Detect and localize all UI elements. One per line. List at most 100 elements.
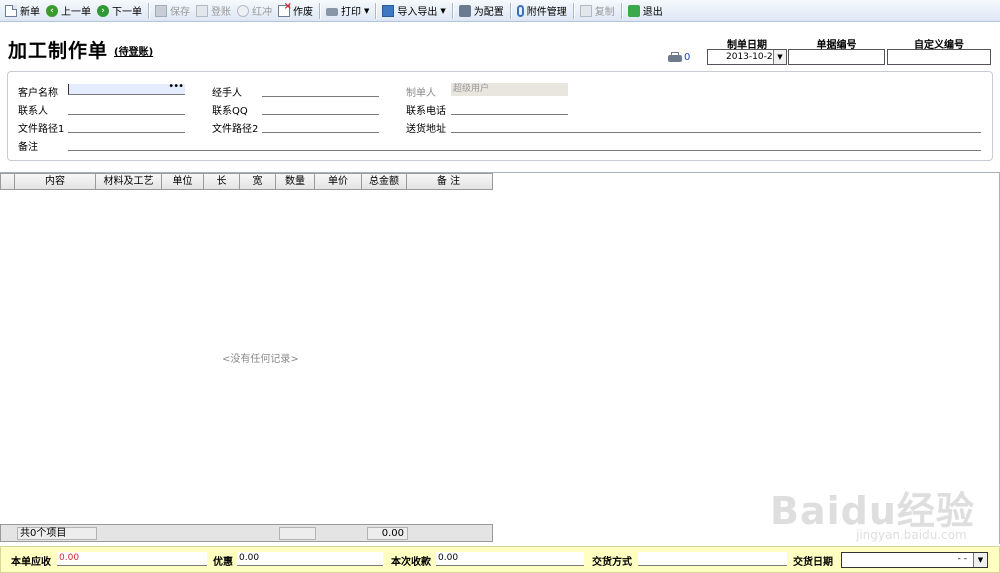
grid-footer-cell <box>279 527 316 540</box>
date-picker[interactable]: 2013-10-29 ▼ <box>707 49 787 65</box>
red-offset-button[interactable]: 红冲 <box>234 1 275 21</box>
save-button[interactable]: 保存 <box>152 1 193 21</box>
print-button[interactable]: 打印 ▼ <box>323 1 372 21</box>
post-button-label: 登账 <box>211 7 231 18</box>
copy-button-label: 复制 <box>594 7 615 18</box>
delivery-date-label: 交货日期 <box>793 557 833 568</box>
void-button[interactable]: 作废 <box>275 1 316 21</box>
toolbar-separator <box>572 2 574 19</box>
grid-footer: 共0个项目 0.00 <box>0 524 493 542</box>
delivery-date-value: - - <box>957 554 967 564</box>
print-count[interactable]: 0 <box>684 52 690 63</box>
form-panel: 客户名称 ••• 经手人 制单人 超级用户 联系人 联系QQ 联系电话 文件路径… <box>7 71 993 161</box>
phone-label: 联系电话 <box>406 106 446 117</box>
config-button-label: 为配置 <box>473 7 504 18</box>
discount-field[interactable]: 0.00 <box>237 552 383 566</box>
discount-label: 优惠 <box>213 557 233 568</box>
receivable-label: 本单应收 <box>11 557 51 568</box>
delivery-date-picker[interactable]: - - ▼ <box>841 552 988 568</box>
grid-header: 内容 材料及工艺 单位 长 宽 数量 单价 总金额 备 注 <box>0 173 493 190</box>
arrow-right-icon: › <box>97 4 109 17</box>
grid-column-header[interactable]: 材料及工艺 <box>96 174 162 189</box>
grid-empty-message: <没有任何记录> <box>222 354 299 365</box>
receivable-field[interactable]: 0.00 <box>57 552 207 566</box>
phone-field[interactable] <box>451 104 568 115</box>
copy-button[interactable]: 复制 <box>577 1 618 21</box>
grid-column-header[interactable]: 内容 <box>15 174 96 189</box>
print-button-label: 打印 <box>341 7 361 18</box>
post-button[interactable]: 登账 <box>193 1 234 21</box>
doc-no-field[interactable] <box>788 49 885 65</box>
grid-column-header[interactable]: 总金额 <box>362 174 407 189</box>
dropdown-caret-icon[interactable]: ▼ <box>973 553 987 567</box>
qq-field[interactable] <box>262 104 379 115</box>
printer-icon[interactable] <box>668 52 682 62</box>
delivery-method-label: 交货方式 <box>592 557 632 568</box>
copy-icon <box>579 4 592 17</box>
grid-item-count: 共0个项目 <box>17 527 97 540</box>
dropdown-caret-icon: ▼ <box>364 6 370 15</box>
custom-no-field[interactable] <box>887 49 991 65</box>
config-icon <box>458 4 471 17</box>
toolbar-separator <box>148 2 149 19</box>
void-button-label: 作废 <box>293 7 313 18</box>
import-export-icon <box>382 4 395 17</box>
post-icon <box>196 4 208 17</box>
red-offset-button-label: 红冲 <box>252 7 272 18</box>
grid-column-header[interactable]: 宽 <box>240 174 276 189</box>
grid-column-header[interactable]: 数量 <box>276 174 315 189</box>
toolbar-separator <box>509 2 511 19</box>
new-button[interactable]: 新单 <box>2 1 43 21</box>
date-value: 2013-10-29 <box>726 52 779 62</box>
arrow-left-icon: ‹ <box>46 4 58 17</box>
new-button-label: 新单 <box>20 7 40 18</box>
import-export-button[interactable]: 导入导出 ▼ <box>379 1 448 21</box>
printer-icon <box>326 8 338 16</box>
received-field[interactable]: 0.00 <box>436 552 584 566</box>
page-title: 加工制作单 <box>8 40 109 62</box>
toolbar: 新单 ‹ 上一单 › 下一单 保存 登账 红冲 作废 打印 ▼ 导入导出 ▼ 为… <box>0 0 1000 22</box>
contact-field[interactable] <box>68 104 185 115</box>
summary-bar: 本单应收 0.00 优惠 0.00 本次收款 0.00 交货方式 交货日期 - … <box>0 546 1000 573</box>
address-field[interactable] <box>451 122 981 133</box>
grid-total: 0.00 <box>367 527 408 540</box>
file2-label: 文件路径2 <box>212 124 259 135</box>
creator-field: 超级用户 <box>451 83 568 96</box>
handler-label: 经手人 <box>212 88 242 99</box>
contact-label: 联系人 <box>18 106 48 117</box>
ellipsis-icon[interactable]: ••• <box>168 82 184 92</box>
file2-field[interactable] <box>262 122 379 133</box>
attachments-button-label: 附件管理 <box>526 7 567 18</box>
toolbar-separator <box>319 2 320 19</box>
attachments-button[interactable]: 附件管理 <box>514 1 570 21</box>
save-button-label: 保存 <box>170 7 190 18</box>
void-document-icon <box>278 1 292 17</box>
prev-button[interactable]: ‹ 上一单 <box>43 1 94 21</box>
creator-label: 制单人 <box>406 88 436 99</box>
status-link[interactable]: (待登账) <box>114 43 153 58</box>
watermark-logo: Baidu经验 <box>770 489 975 533</box>
grid-select-column[interactable] <box>1 174 15 189</box>
next-button[interactable]: › 下一单 <box>94 1 145 21</box>
qq-label: 联系QQ <box>212 106 248 117</box>
exit-icon <box>627 4 640 17</box>
grid-column-header[interactable]: 备 注 <box>407 174 490 189</box>
dropdown-caret-icon[interactable]: ▼ <box>773 50 786 64</box>
toolbar-separator <box>620 2 622 19</box>
grid-column-header[interactable]: 单位 <box>162 174 204 189</box>
address-label: 送货地址 <box>406 124 446 135</box>
exit-button[interactable]: 退出 <box>625 1 666 21</box>
watermark-url: jingyan.baidu.com <box>856 528 967 542</box>
dropdown-caret-icon: ▼ <box>440 6 446 15</box>
next-button-label: 下一单 <box>112 7 142 18</box>
grid-column-header[interactable]: 单价 <box>315 174 362 189</box>
file1-label: 文件路径1 <box>18 124 65 135</box>
note-field[interactable] <box>68 140 981 151</box>
delivery-method-field[interactable] <box>638 552 787 566</box>
config-button[interactable]: 为配置 <box>456 1 507 21</box>
file1-field[interactable] <box>68 122 185 133</box>
prev-button-label: 上一单 <box>61 7 91 18</box>
handler-field[interactable] <box>262 86 379 97</box>
customer-field[interactable]: ••• <box>68 82 185 95</box>
grid-column-header[interactable]: 长 <box>204 174 240 189</box>
